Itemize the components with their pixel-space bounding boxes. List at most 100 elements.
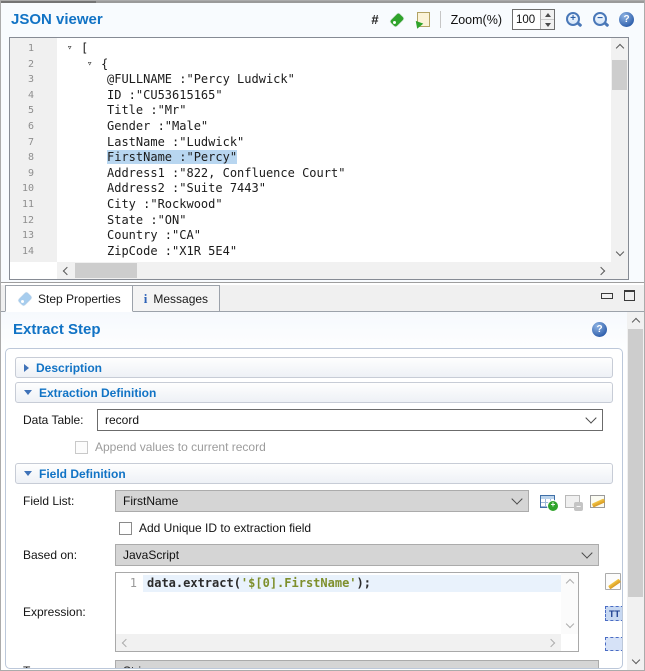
section-label: Field Definition — [39, 467, 126, 481]
minimize-icon[interactable] — [601, 293, 613, 299]
plus-sign: + — [568, 13, 578, 24]
step-title-row: Extract Step ? — [1, 312, 627, 346]
json-vertical-scrollbar[interactable] — [611, 38, 628, 262]
json-line-text[interactable]: FirstName :"Percy" — [107, 150, 237, 164]
tab-label: Step Properties — [38, 292, 121, 306]
field-list-select[interactable]: FirstName — [115, 490, 529, 512]
json-line: City :"Rockwood" — [57, 197, 611, 213]
json-horizontal-scrollbar[interactable] — [57, 262, 611, 279]
text-format-icon[interactable]: TT — [605, 606, 623, 621]
json-line-text[interactable]: State :"ON" — [107, 213, 186, 227]
zoom-spin-down-icon[interactable] — [541, 20, 554, 29]
json-line-text[interactable]: LastName :"Ludwick" — [107, 135, 244, 149]
based-on-select[interactable]: JavaScript — [115, 544, 599, 566]
scroll-up-icon[interactable] — [611, 38, 628, 55]
scroll-up-icon[interactable] — [561, 573, 578, 590]
extract-in-editor-icon[interactable] — [414, 12, 430, 27]
tab-bar: Step Properties i Messages — [1, 285, 644, 312]
section-label: Extraction Definition — [39, 386, 156, 400]
collapse-toggle-icon[interactable]: ▿ — [87, 57, 101, 73]
unique-id-checkbox[interactable] — [119, 522, 132, 535]
vertical-scroll-thumb[interactable] — [612, 60, 627, 90]
tag-icon — [17, 291, 32, 306]
panel-top-border — [1, 1, 644, 4]
scroll-down-icon[interactable] — [611, 245, 628, 262]
selection-box-icon[interactable] — [605, 637, 623, 651]
code-line: 1 data.extract('$[0].FirstName'); — [116, 575, 561, 592]
json-line-text[interactable]: Gender :"Male" — [107, 119, 208, 133]
json-line-text[interactable]: @FULLNAME :"Percy Ludwick" — [107, 72, 295, 86]
json-line-text[interactable]: ZipCode :"X1R 5E4" — [107, 244, 237, 258]
line-number: 10 — [10, 181, 34, 197]
json-line: Title :"Mr" — [57, 103, 611, 119]
add-field-icon[interactable] — [540, 495, 555, 508]
json-line-text[interactable]: Address1 :"822, Confluence Court" — [107, 166, 345, 180]
chevron-down-icon — [511, 493, 522, 504]
editor-horizontal-scrollbar[interactable] — [116, 634, 561, 651]
line-number: 6 — [10, 119, 34, 135]
json-viewer-title: JSON viewer — [11, 11, 103, 28]
scroll-right-icon[interactable] — [594, 262, 611, 279]
combo-value: record — [105, 413, 587, 427]
section-description[interactable]: Description — [15, 357, 613, 378]
scroll-up-icon[interactable] — [627, 312, 644, 329]
combo-value: FirstName — [123, 494, 513, 508]
json-viewer-panel: JSON viewer # Zoom(%) + − ? — [1, 1, 644, 283]
edit-field-icon[interactable] — [590, 495, 605, 508]
chevron-down-icon — [585, 412, 596, 423]
maximize-icon[interactable] — [624, 290, 635, 301]
expression-label: Expression: — [23, 605, 115, 619]
expand-arrow-icon — [24, 364, 29, 372]
vertical-scroll-thumb[interactable] — [628, 329, 643, 597]
panel-scrollbar[interactable] — [627, 312, 644, 670]
tag-icon[interactable] — [389, 12, 404, 27]
line-number: 12 — [10, 213, 34, 229]
expression-editor[interactable]: 1 data.extract('$[0].FirstName'); — [115, 572, 579, 652]
type-select[interactable]: String — [115, 660, 599, 669]
scroll-left-icon[interactable] — [116, 634, 133, 651]
line-numbers-toggle-icon[interactable]: # — [371, 13, 378, 26]
json-line-text[interactable]: City :"Rockwood" — [107, 197, 223, 211]
zoom-spin-up-icon[interactable] — [541, 10, 554, 20]
help-icon[interactable]: ? — [619, 12, 634, 27]
code-text[interactable]: data.extract('$[0].FirstName'); — [143, 575, 561, 592]
zoom-out-icon[interactable]: − — [592, 11, 609, 28]
help-icon[interactable]: ? — [592, 322, 607, 337]
json-line-text[interactable]: { — [101, 57, 108, 71]
json-content[interactable]: ▿[▿{@FULLNAME :"Percy Ludwick"ID :"CU536… — [57, 38, 611, 262]
horizontal-scroll-thumb[interactable] — [75, 263, 137, 278]
based-on-label: Based on: — [23, 548, 115, 562]
zoom-in-icon[interactable]: + — [565, 11, 582, 28]
zoom-input[interactable] — [513, 10, 540, 29]
json-line-text[interactable]: [ — [81, 41, 88, 55]
collapse-toggle-icon[interactable]: ▿ — [67, 41, 81, 57]
zoom-label: Zoom(%) — [451, 13, 502, 27]
json-line-text[interactable]: ID :"CU53615165" — [107, 88, 223, 102]
edit-expression-icon[interactable] — [605, 573, 621, 590]
expression-row: Expression: 1 data.extract('$[0].FirstNa… — [15, 572, 613, 652]
based-on-row: Based on: JavaScript — [15, 544, 613, 566]
unique-id-row: Add Unique ID to extraction field — [119, 521, 613, 535]
line-number: 2 — [10, 57, 34, 73]
scroll-right-icon[interactable] — [544, 634, 561, 651]
json-line-text[interactable]: Address2 :"Suite 7443" — [107, 181, 266, 195]
editor-vertical-scrollbar[interactable] — [561, 573, 578, 634]
section-field-definition[interactable]: Field Definition — [15, 463, 613, 484]
tab-messages[interactable]: i Messages — [133, 285, 220, 311]
json-line-text[interactable]: Title :"Mr" — [107, 103, 186, 117]
scroll-down-icon[interactable] — [561, 617, 578, 634]
code-string-literal: '$[0].FirstName' — [241, 576, 357, 590]
json-line-text[interactable]: Country :"CA" — [107, 228, 201, 242]
scroll-left-icon[interactable] — [57, 262, 74, 279]
data-table-label: Data Table: — [23, 413, 97, 427]
json-line: Country :"CA" — [57, 228, 611, 244]
tab-step-properties[interactable]: Step Properties — [5, 285, 133, 312]
data-table-select[interactable]: record — [97, 409, 603, 431]
line-number: 9 — [10, 166, 34, 182]
line-number: 14 — [10, 244, 34, 260]
zoom-input-group — [512, 9, 555, 30]
window-buttons — [601, 290, 635, 301]
scroll-down-icon[interactable] — [627, 653, 644, 670]
json-viewer-toolbar: # Zoom(%) + − ? — [371, 9, 634, 30]
section-extraction-definition[interactable]: Extraction Definition — [15, 382, 613, 403]
